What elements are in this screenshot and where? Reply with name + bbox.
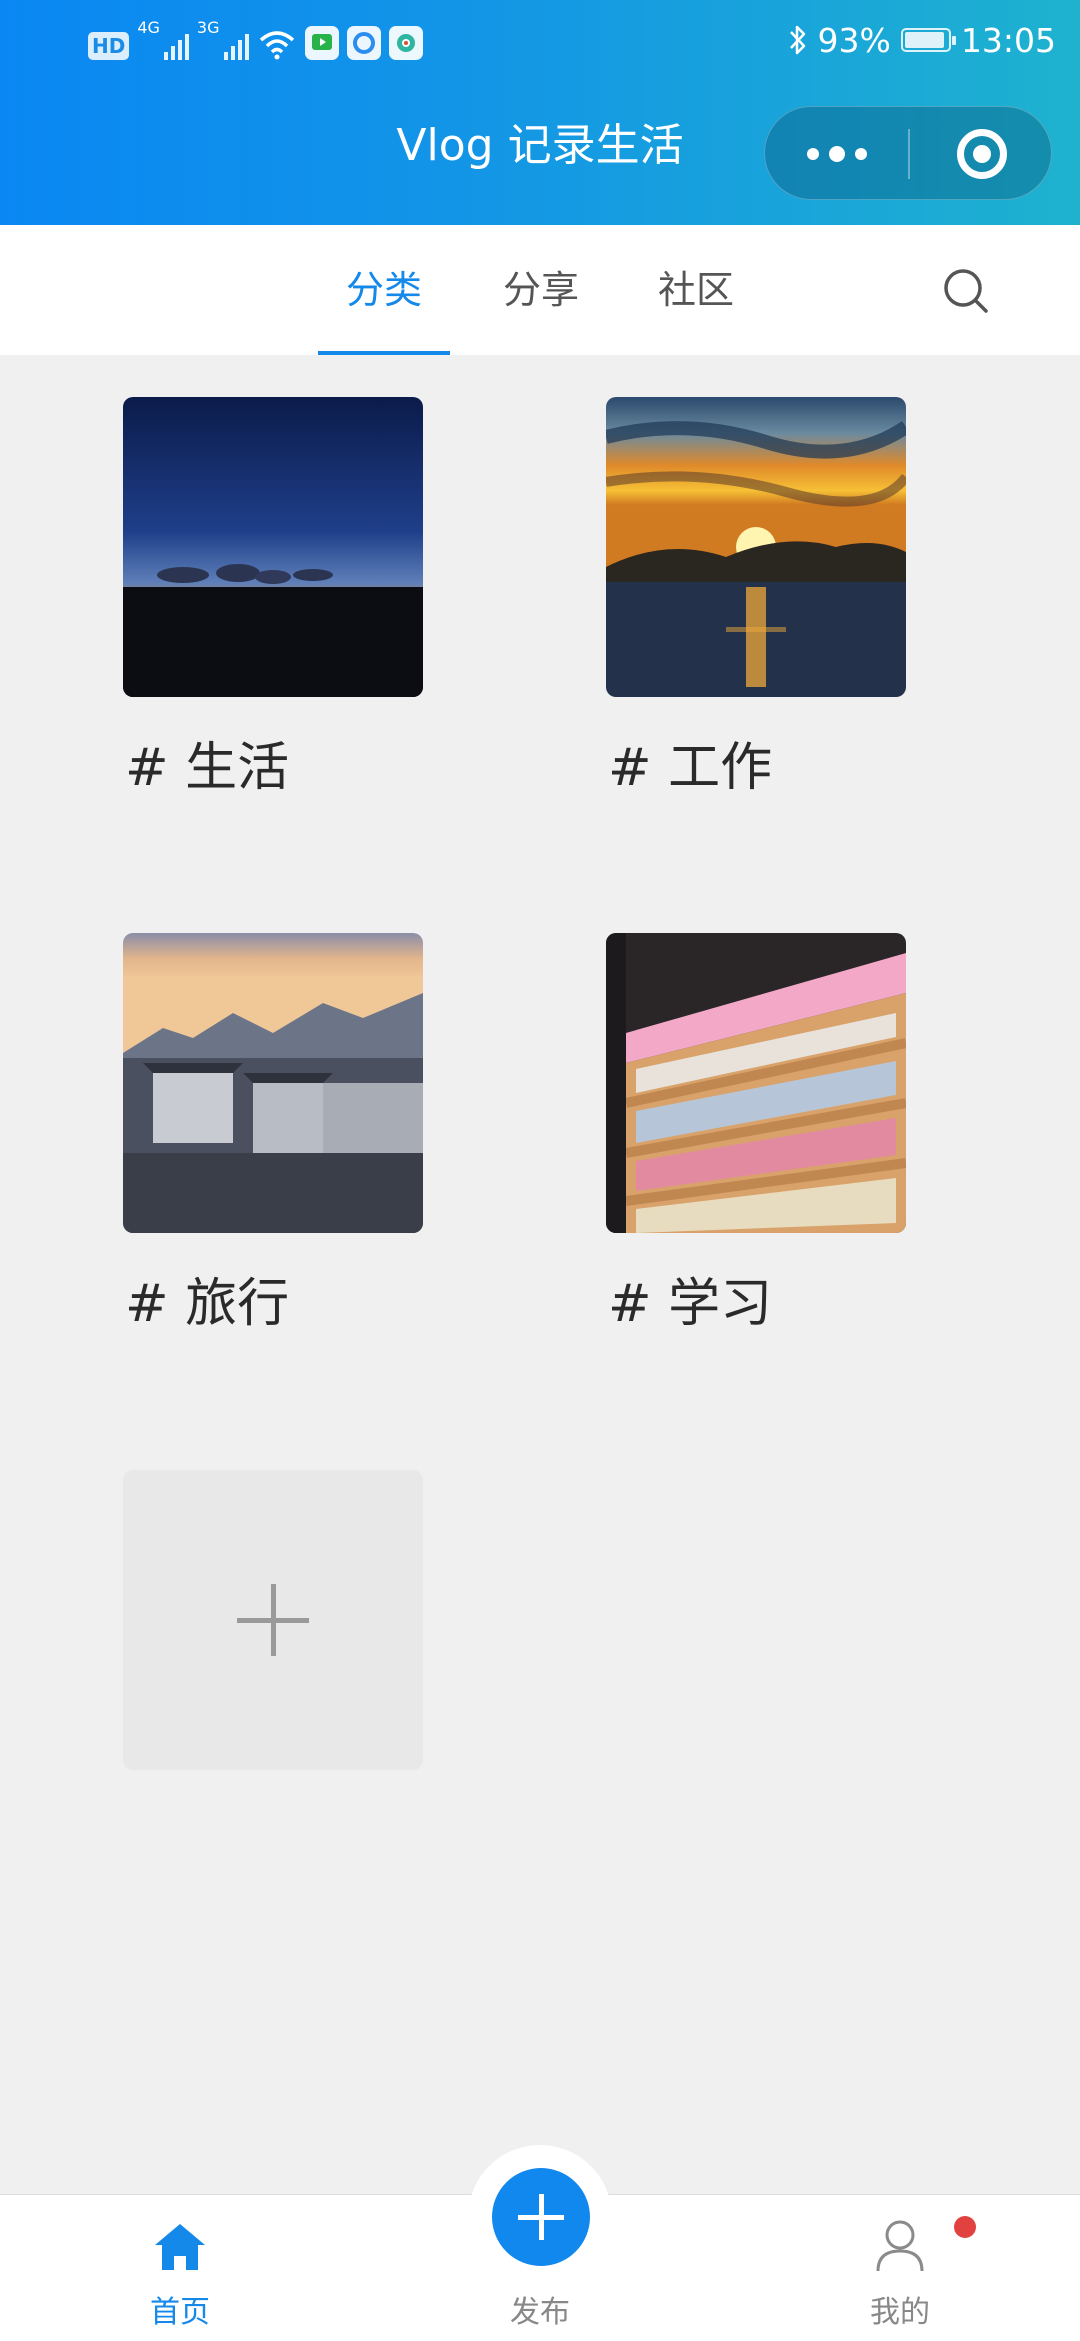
- tab-category[interactable]: 分类: [318, 225, 450, 355]
- more-dot: [806, 148, 819, 160]
- publish-button[interactable]: [492, 2168, 590, 2266]
- tab-community[interactable]: 社区: [630, 225, 762, 355]
- signal-icon-2: [223, 30, 249, 60]
- nav-mine-label: 我的: [870, 2295, 930, 2330]
- category-card-travel[interactable]: # 旅行: [123, 933, 423, 1334]
- category-image-work: [606, 397, 906, 697]
- category-tabs: 分类 分享 社区: [0, 225, 1080, 355]
- category-image-travel: [123, 933, 423, 1233]
- nav-home[interactable]: 首页: [80, 2195, 280, 2341]
- category-card-work[interactable]: # 工作: [606, 397, 906, 798]
- category-card-life[interactable]: # 生活: [123, 397, 423, 798]
- exit-button[interactable]: [910, 107, 1053, 201]
- battery-icon: [900, 28, 956, 52]
- notification-dot: [954, 2216, 976, 2238]
- status-right: 93% 13:05: [788, 18, 1056, 62]
- status-left: HD 4G 3G: [88, 20, 423, 60]
- signal-icon: [163, 30, 189, 60]
- header: HD 4G 3G 93% 13:05 Vlog 记录生活: [0, 0, 1080, 225]
- hd-badge: HD: [88, 32, 130, 60]
- nav-home-label: 首页: [150, 2295, 210, 2330]
- category-label: # 生活: [125, 738, 290, 798]
- category-label: # 旅行: [125, 1274, 290, 1334]
- music-app-icon: [388, 26, 423, 60]
- network-type-2: 3G: [196, 18, 220, 37]
- home-icon: [155, 2224, 205, 2270]
- user-icon: [876, 2220, 924, 2272]
- category-image-life: [123, 397, 423, 697]
- page-title-text: Vlog 记录生活: [396, 120, 684, 171]
- clock: 13:05: [960, 20, 1056, 60]
- plus-icon: [539, 2194, 544, 2240]
- nav-publish-label: 发布: [510, 2295, 570, 2330]
- category-label: # 学习: [608, 1274, 773, 1334]
- target-icon: [956, 129, 1007, 179]
- wifi-icon: [259, 31, 294, 60]
- more-dot: [854, 148, 867, 160]
- network-type-1: 4G: [137, 18, 160, 37]
- status-bar: HD 4G 3G 93% 13:05: [0, 0, 1080, 80]
- battery-percent: 93%: [817, 20, 891, 60]
- plus-icon: [271, 1584, 276, 1656]
- category-image-study: [606, 933, 906, 1233]
- category-label: # 工作: [608, 738, 773, 798]
- tab-share[interactable]: 分享: [475, 225, 607, 355]
- category-card-study[interactable]: # 学习: [606, 933, 906, 1334]
- video-app-icon: [304, 26, 339, 60]
- browser-app-icon: [346, 26, 381, 60]
- more-dot: [828, 146, 845, 162]
- search-icon[interactable]: [940, 265, 992, 317]
- add-category-button[interactable]: [123, 1470, 423, 1770]
- mini-program-capsule: [764, 106, 1052, 200]
- bluetooth-icon: [789, 25, 805, 55]
- more-button[interactable]: [765, 107, 908, 201]
